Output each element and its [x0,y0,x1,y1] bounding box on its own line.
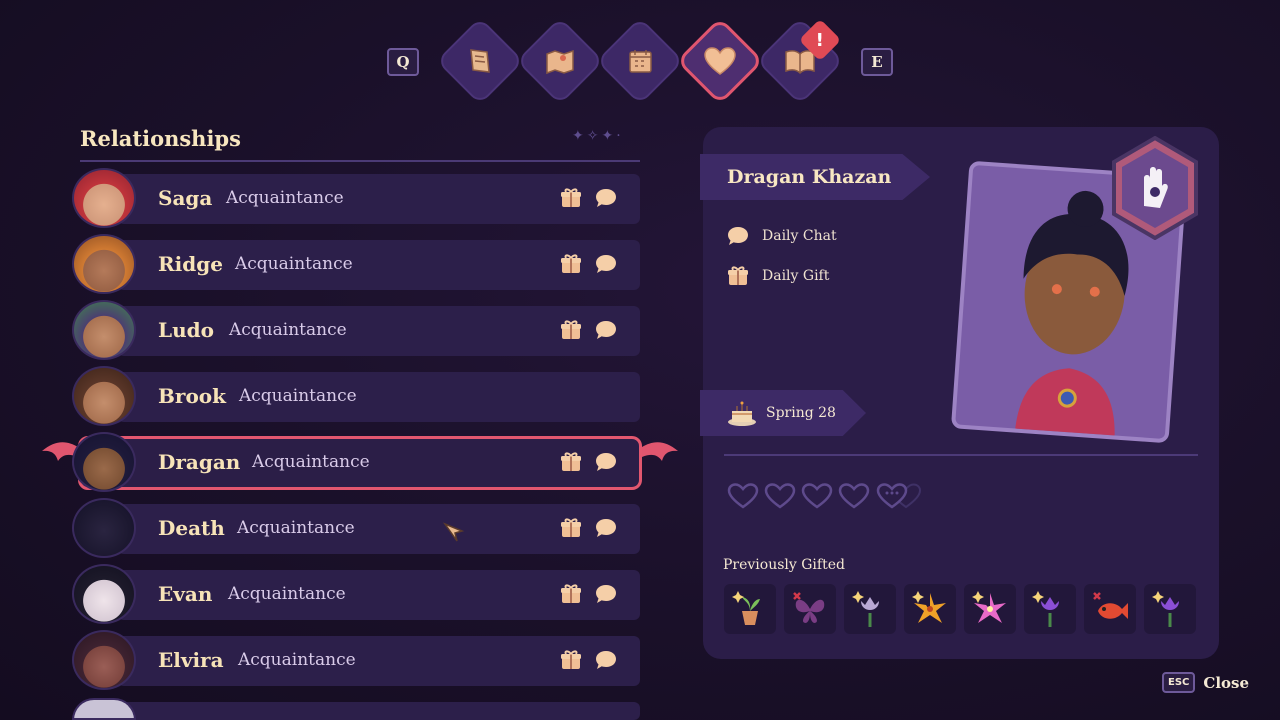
hand-emblem-icon [1112,136,1198,240]
previously-gifted-label: Previously Gifted [723,557,845,573]
tulip-icon [852,591,879,627]
gifted-item-slot[interactable] [1084,584,1136,634]
row-status: Acquaintance [252,452,370,472]
avatar-evan [72,564,136,624]
gifted-item-slot[interactable] [784,584,836,634]
panel-divider [724,454,1198,456]
chat-bubble-icon [596,321,616,339]
gift-icon [561,452,581,471]
character-name: Dragan Khazan [727,166,892,188]
chat-bubble-icon [728,227,748,245]
row-name: Saga [158,186,213,210]
friendship-heart-empty-icon [838,483,870,509]
tab-quests[interactable] [436,17,524,105]
sapling-pot-icon [732,591,760,625]
row-name: Evan [158,582,213,606]
gifted-item-slot[interactable] [1144,584,1196,634]
tab-relationships[interactable] [676,17,764,105]
relationship-row-next[interactable] [118,702,640,720]
gift-icon [561,254,581,273]
row-name: Ludo [158,318,214,342]
row-status: Acquaintance [228,584,346,604]
chat-bubble-icon [596,453,616,471]
avatar-ludo [72,300,136,360]
row-status: Acquaintance [238,650,356,670]
purple-tulip-icon [1152,591,1179,627]
close-label: Close [1203,673,1250,692]
list-title: Relationships [80,126,241,151]
row-name: Elvira [158,648,224,672]
map-icon [542,43,578,79]
red-fish-icon [1093,592,1128,619]
avatar-elvira [72,630,136,690]
row-status: Acquaintance [229,320,347,340]
row-name: Ridge [158,252,223,276]
gift-icon [561,320,581,339]
chat-bubble-icon [596,189,616,207]
title-divider [80,160,640,162]
chat-bubble-icon [596,519,616,537]
character-name-banner: Dragan Khazan [700,154,930,200]
avatar-death [72,498,136,558]
gifted-item-slot[interactable] [964,584,1016,634]
prev-tab-key[interactable]: Q [387,48,419,76]
birthday-date: Spring 28 [766,405,836,421]
friendship-heart-empty-icon [764,483,796,509]
task-label: Daily Gift [762,268,830,284]
cursor-icon [442,522,465,542]
tab-calendar[interactable] [596,17,684,105]
row-status: Acquaintance [235,254,353,274]
gift-icon [561,518,581,537]
row-status: Acquaintance [226,188,344,208]
row-status: Acquaintance [237,518,355,538]
avatar-brook [72,366,136,426]
chat-bubble-icon [596,255,616,273]
right-wing-decoration-icon [642,442,678,461]
birthday-cake-icon [728,401,756,426]
row-name: Brook [158,384,226,408]
pink-flower-icon [972,591,1006,623]
row-name: Death [158,516,225,540]
quest-scroll-icon [462,43,498,79]
task-daily-gift: Daily Gift [726,264,829,288]
task-daily-chat: Daily Chat [726,224,837,248]
gift-icon [728,266,748,285]
gifted-item-slot[interactable] [724,584,776,634]
avatar-next [72,698,136,720]
row-status: Acquaintance [239,386,357,406]
lily-icon [912,591,946,623]
chat-bubble-icon [596,585,616,603]
butterfly-icon [793,592,825,623]
gifted-item-slot[interactable] [1024,584,1076,634]
heart-icon [702,43,738,79]
gift-icon [561,650,581,669]
avatar-ridge [72,234,136,294]
close-button[interactable]: ESC Close [1162,672,1249,693]
next-tab-key[interactable]: E [861,48,893,76]
sparkle-decoration-icon: ✦✧✦· [572,128,624,144]
avatar-saga [72,168,136,228]
row-name: Dragan [158,450,241,474]
avatar-dragan [72,432,136,492]
friendship-hearts-more-icon [876,483,922,509]
purple-tulip-icon [1032,591,1059,627]
friendship-heart-empty-icon [727,483,759,509]
gift-icon [561,188,581,207]
chat-bubble-icon [596,651,616,669]
tab-map[interactable] [516,17,604,105]
gifted-item-slot[interactable] [844,584,896,634]
friendship-heart-empty-icon [801,483,833,509]
birthday-banner: Spring 28 [700,390,866,436]
esc-key: ESC [1162,672,1196,693]
gifted-item-slot[interactable] [904,584,956,634]
calendar-icon [622,43,658,79]
task-label: Daily Chat [762,228,837,244]
gift-icon [561,584,581,603]
